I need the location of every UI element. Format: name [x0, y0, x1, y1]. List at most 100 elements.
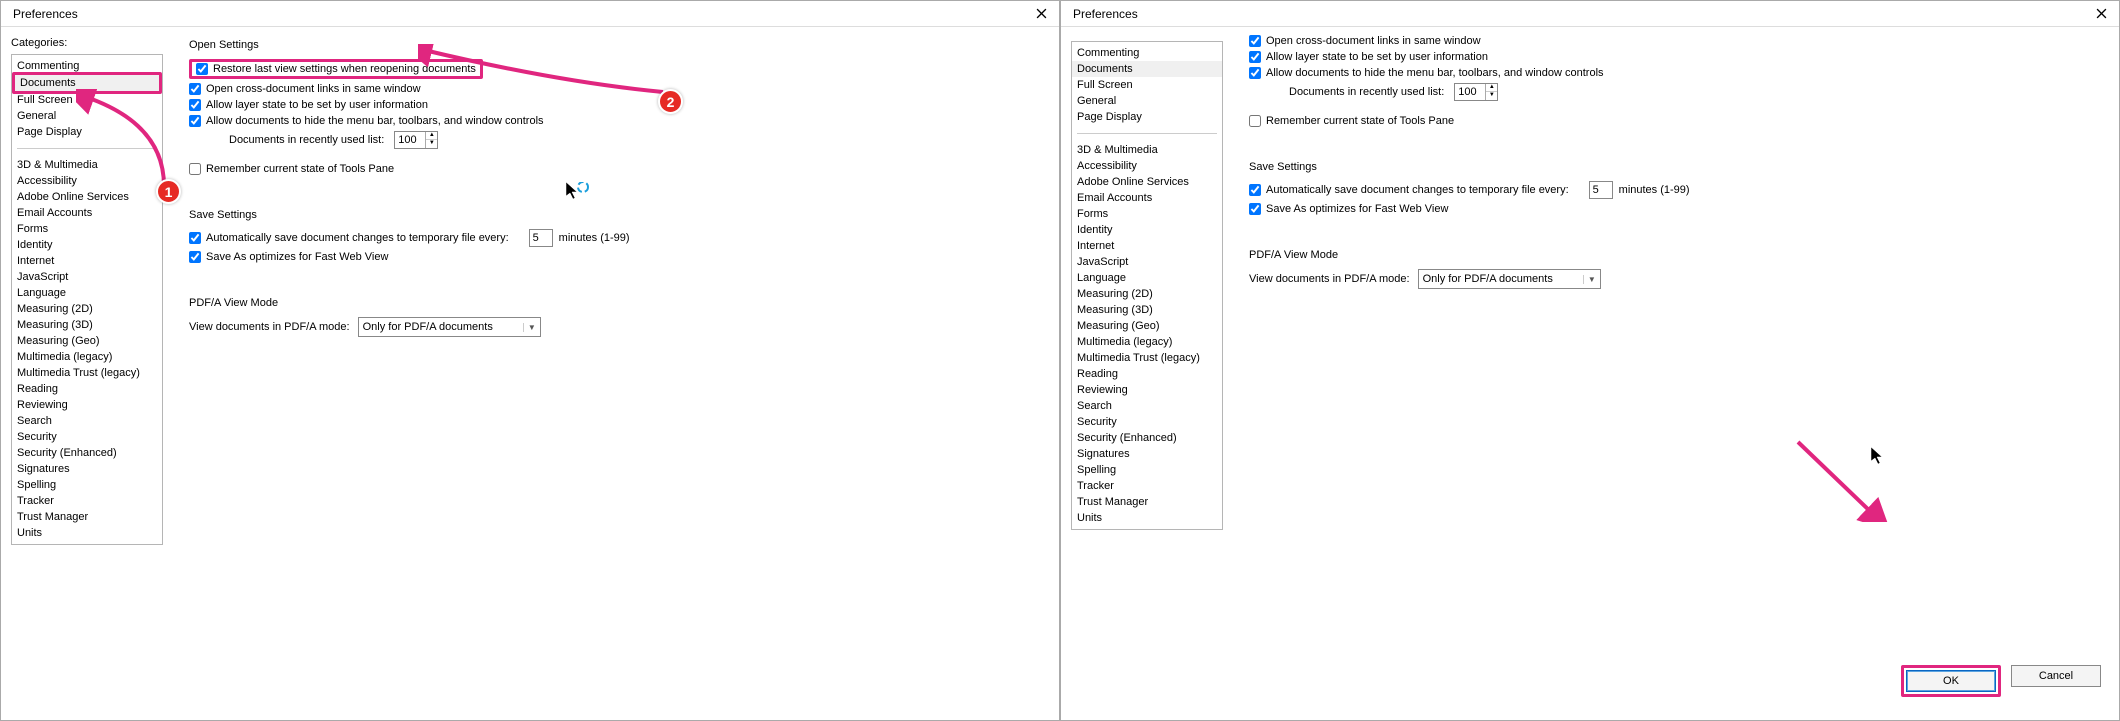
recent-list-stepper[interactable]: ▲▼ — [394, 131, 438, 149]
category-item[interactable]: Multimedia (legacy) — [12, 349, 162, 365]
category-item[interactable]: JavaScript — [1072, 254, 1222, 270]
category-item[interactable]: Spelling — [1072, 462, 1222, 478]
close-icon[interactable] — [2091, 4, 2111, 24]
category-item[interactable]: Adobe Online Services — [12, 189, 162, 205]
recent-list-input[interactable] — [395, 133, 425, 147]
cancel-button[interactable]: Cancel — [2011, 665, 2101, 687]
auto-save-minutes-input[interactable] — [529, 229, 553, 247]
category-item[interactable]: Reading — [1072, 366, 1222, 382]
pdfa-select[interactable]: Only for PDF/A documents ▼ — [358, 317, 541, 337]
category-item[interactable]: Signatures — [1072, 446, 1222, 462]
category-item[interactable]: Full Screen — [1072, 77, 1222, 93]
category-item[interactable]: Security (Enhanced) — [12, 445, 162, 461]
category-item[interactable]: Multimedia (legacy) — [1072, 334, 1222, 350]
category-item[interactable]: Page Display — [1072, 109, 1222, 125]
category-item[interactable]: Reading — [12, 381, 162, 397]
layer-state-checkbox[interactable] — [1249, 51, 1261, 63]
remember-tools-checkbox[interactable] — [189, 163, 201, 175]
spin-up-icon[interactable]: ▲ — [426, 132, 437, 140]
category-item[interactable]: Measuring (Geo) — [1072, 318, 1222, 334]
category-item[interactable]: Accessibility — [12, 173, 162, 189]
category-item[interactable]: Trust Manager — [1072, 494, 1222, 510]
category-item[interactable]: Trust Manager — [12, 509, 162, 525]
category-item[interactable]: Measuring (3D) — [12, 317, 162, 333]
cross-doc-label: Open cross-document links in same window — [206, 83, 421, 95]
recent-list-label: Documents in recently used list: — [229, 134, 384, 146]
category-item[interactable]: 3D & Multimedia — [1072, 142, 1222, 158]
category-item[interactable]: Measuring (2D) — [12, 301, 162, 317]
category-item[interactable]: Search — [1072, 398, 1222, 414]
category-item[interactable]: Forms — [1072, 206, 1222, 222]
restore-view-label: Restore last view settings when reopenin… — [213, 63, 476, 75]
category-item[interactable]: Email Accounts — [12, 205, 162, 221]
category-item[interactable]: Email Accounts — [1072, 190, 1222, 206]
restore-view-highlight: Restore last view settings when reopenin… — [189, 59, 483, 79]
category-item[interactable]: Adobe Online Services — [1072, 174, 1222, 190]
category-item[interactable]: Reviewing — [12, 397, 162, 413]
pdfa-group: PDF/A View Mode View documents in PDF/A … — [189, 297, 1041, 353]
category-item[interactable]: Units — [1072, 510, 1222, 526]
pdfa-select-value: Only for PDF/A documents — [363, 321, 493, 333]
category-item[interactable]: Measuring (Geo) — [12, 333, 162, 349]
layer-state-label: Allow layer state to be set by user info… — [206, 99, 428, 111]
category-item[interactable]: General — [12, 108, 162, 124]
spin-down-icon[interactable]: ▼ — [426, 140, 437, 148]
auto-save-minutes-input[interactable] — [1589, 181, 1613, 199]
auto-save-label: Automatically save document changes to t… — [206, 232, 509, 244]
category-item[interactable]: Security — [1072, 414, 1222, 430]
category-item[interactable]: Units — [12, 525, 162, 541]
spin-down-icon[interactable]: ▼ — [1486, 92, 1497, 100]
window-title: Preferences — [1073, 7, 1138, 21]
spin-up-icon[interactable]: ▲ — [1486, 84, 1497, 92]
fast-web-checkbox[interactable] — [1249, 203, 1261, 215]
preferences-window-right: Preferences CommentingDocumentsFull Scre… — [1060, 0, 2120, 721]
category-item[interactable]: Measuring (2D) — [1072, 286, 1222, 302]
category-item[interactable]: Tracker — [12, 493, 162, 509]
category-item[interactable]: Security (Enhanced) — [1072, 430, 1222, 446]
category-item[interactable]: Search — [12, 413, 162, 429]
category-item[interactable]: Reviewing — [1072, 382, 1222, 398]
category-item[interactable]: Measuring (3D) — [1072, 302, 1222, 318]
remember-tools-label: Remember current state of Tools Pane — [1266, 115, 1454, 127]
category-item[interactable]: 3D & Multimedia — [12, 157, 162, 173]
category-item[interactable]: Tracker — [1072, 478, 1222, 494]
pdfa-select[interactable]: Only for PDF/A documents ▼ — [1418, 269, 1601, 289]
category-item[interactable]: Page Display — [12, 124, 162, 140]
category-item[interactable]: Signatures — [12, 461, 162, 477]
cross-doc-checkbox[interactable] — [1249, 35, 1261, 47]
category-item[interactable]: Security — [12, 429, 162, 445]
category-item[interactable]: Commenting — [1072, 45, 1222, 61]
category-item[interactable]: Multimedia Trust (legacy) — [12, 365, 162, 381]
layer-state-checkbox[interactable] — [189, 99, 201, 111]
category-item[interactable]: Internet — [1072, 238, 1222, 254]
category-item[interactable]: Forms — [12, 221, 162, 237]
category-item[interactable]: Documents — [1072, 61, 1222, 77]
restore-view-checkbox[interactable] — [196, 63, 208, 75]
category-item[interactable]: Language — [1072, 270, 1222, 286]
close-icon[interactable] — [1031, 4, 1051, 24]
category-item[interactable]: Multimedia Trust (legacy) — [1072, 350, 1222, 366]
remember-tools-checkbox[interactable] — [1249, 115, 1261, 127]
category-item[interactable]: Internet — [12, 253, 162, 269]
category-item[interactable]: Identity — [12, 237, 162, 253]
allow-hide-checkbox[interactable] — [189, 115, 201, 127]
category-item[interactable]: Identity — [1072, 222, 1222, 238]
auto-save-checkbox[interactable] — [189, 232, 201, 244]
ok-button[interactable]: OK — [1906, 670, 1996, 692]
category-item[interactable]: Full Screen — [12, 92, 162, 108]
category-item[interactable]: JavaScript — [12, 269, 162, 285]
recent-list-input[interactable] — [1455, 85, 1485, 99]
cross-doc-checkbox[interactable] — [189, 83, 201, 95]
recent-list-stepper[interactable]: ▲▼ — [1454, 83, 1498, 101]
minutes-label: minutes (1-99) — [559, 232, 630, 244]
annotation-badge-2: 2 — [658, 89, 683, 114]
preferences-window-left: Preferences Categories: CommentingDocume… — [0, 0, 1060, 721]
category-item[interactable]: Documents — [15, 75, 159, 91]
category-item[interactable]: Language — [12, 285, 162, 301]
fast-web-checkbox[interactable] — [189, 251, 201, 263]
auto-save-checkbox[interactable] — [1249, 184, 1261, 196]
category-item[interactable]: Accessibility — [1072, 158, 1222, 174]
category-item[interactable]: General — [1072, 93, 1222, 109]
category-item[interactable]: Spelling — [12, 477, 162, 493]
allow-hide-checkbox[interactable] — [1249, 67, 1261, 79]
